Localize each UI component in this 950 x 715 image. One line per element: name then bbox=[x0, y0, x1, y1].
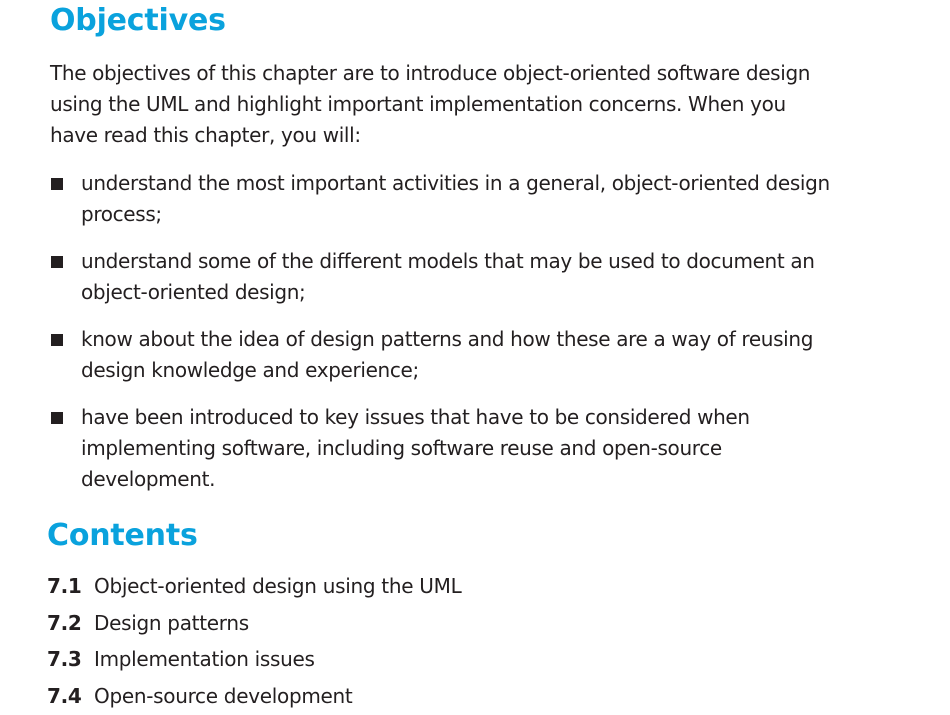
contents-item-7-3[interactable]: 7.3 Implementation issues bbox=[47, 644, 315, 674]
section-title: Object-oriented design using the UML bbox=[94, 574, 462, 598]
objectives-heading: Objectives bbox=[50, 3, 226, 38]
section-title: Design patterns bbox=[94, 611, 249, 635]
contents-item-7-2[interactable]: 7.2 Design patterns bbox=[47, 608, 249, 638]
section-number: 7.3 bbox=[47, 647, 82, 671]
chapter-opener-page: Objectives The objectives of this chapte… bbox=[0, 0, 950, 715]
objective-text: understand some of the different models … bbox=[81, 249, 815, 304]
contents-heading: Contents bbox=[47, 518, 198, 553]
section-number: 7.1 bbox=[47, 574, 82, 598]
square-bullet-icon bbox=[51, 178, 63, 190]
section-number: 7.2 bbox=[47, 611, 82, 635]
objective-text: know about the idea of design patterns a… bbox=[81, 327, 814, 382]
contents-item-7-4[interactable]: 7.4 Open-source development bbox=[47, 681, 353, 711]
square-bullet-icon bbox=[51, 412, 63, 424]
objective-text: understand the most important activities… bbox=[81, 171, 830, 226]
objectives-intro: The objectives of this chapter are to in… bbox=[50, 61, 811, 147]
section-title: Implementation issues bbox=[94, 647, 315, 671]
objective-text: have been introduced to key issues that … bbox=[81, 405, 750, 491]
section-title: Open-source development bbox=[94, 684, 353, 708]
contents-item-7-1[interactable]: 7.1 Object-oriented design using the UML bbox=[47, 571, 462, 601]
square-bullet-icon bbox=[51, 256, 63, 268]
square-bullet-icon bbox=[51, 334, 63, 346]
section-number: 7.4 bbox=[47, 684, 82, 708]
